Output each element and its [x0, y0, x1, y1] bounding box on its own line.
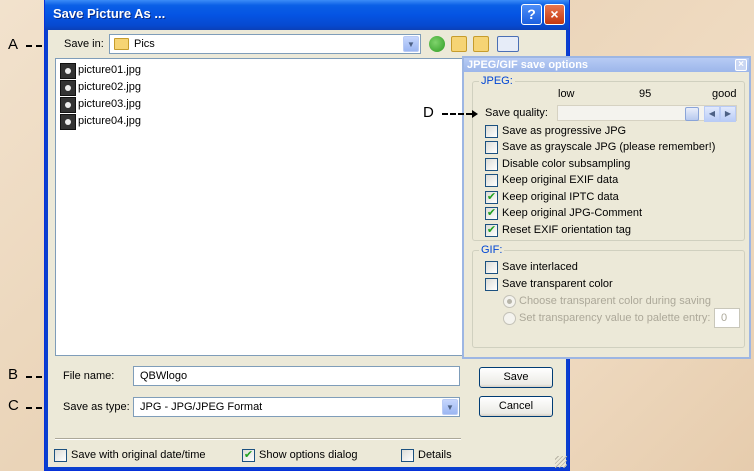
file-name-text: picture02.jpg: [78, 81, 141, 93]
slider-thumb[interactable]: [685, 107, 699, 121]
callout-c: C: [8, 397, 19, 414]
new-folder-icon[interactable]: [473, 36, 489, 52]
dialog-title: Save Picture As ...: [53, 6, 166, 21]
options-title-text: JPEG/GIF save options: [467, 59, 589, 71]
image-file-icon: [60, 114, 76, 130]
save-as-type-dropdown[interactable]: JPG - JPG/JPEG Format ▼: [133, 397, 460, 417]
save-interlaced-label: Save interlaced: [502, 261, 578, 273]
help-button[interactable]: ?: [521, 4, 542, 25]
file-name-text: picture03.jpg: [78, 98, 141, 110]
reset-exif-orientation-label: Reset EXIF orientation tag: [502, 224, 632, 236]
palette-entry-input[interactable]: 0: [714, 308, 740, 328]
quality-low-label: low: [558, 88, 575, 100]
keep-iptc-checkbox[interactable]: ✔: [485, 191, 498, 204]
quality-good-label: good: [712, 88, 737, 100]
close-icon[interactable]: ×: [735, 59, 747, 71]
callout-b: B: [8, 366, 19, 383]
callout-d-line: [442, 113, 472, 115]
file-name-text: picture04.jpg: [78, 115, 141, 127]
progressive-jpg-label: Save as progressive JPG: [502, 125, 627, 137]
details-checkbox[interactable]: [401, 449, 414, 462]
keep-jpg-comment-label: Keep original JPG-Comment: [502, 207, 643, 219]
show-options-dialog-label: Show options dialog: [259, 449, 358, 461]
save-transparent-checkbox[interactable]: [485, 278, 498, 291]
resize-grip[interactable]: [555, 456, 567, 468]
right-arrow-icon[interactable]: ▶: [720, 106, 736, 122]
jpeg-group-title: JPEG:: [479, 75, 515, 87]
file-name-text: picture01.jpg: [78, 64, 141, 76]
choose-transparent-label: Choose transparent color during saving: [519, 295, 712, 307]
cancel-button[interactable]: Cancel: [479, 396, 553, 417]
save-transparent-label: Save transparent color: [502, 278, 613, 290]
view-menu-icon[interactable]: [497, 36, 519, 52]
chevron-down-icon[interactable]: ▼: [403, 36, 419, 52]
up-folder-icon[interactable]: [451, 36, 467, 52]
file-name-label: File name:: [63, 370, 115, 382]
save-in-value: Pics: [134, 38, 155, 50]
keep-jpg-comment-checkbox[interactable]: ✔: [485, 207, 498, 220]
folder-icon: [114, 38, 129, 50]
grayscale-jpg-checkbox[interactable]: [485, 141, 498, 154]
show-options-dialog-checkbox[interactable]: ✔: [242, 449, 255, 462]
image-file-icon: [60, 63, 76, 79]
chevron-down-icon[interactable]: ▼: [442, 399, 458, 415]
save-button[interactable]: Save: [479, 367, 553, 388]
jpeg-gif-options-panel: JPEG/GIF save options × JPEG: low 95 goo…: [462, 56, 751, 359]
save-interlaced-checkbox[interactable]: [485, 261, 498, 274]
save-original-date-label: Save with original date/time: [71, 449, 206, 461]
keep-exif-checkbox[interactable]: [485, 174, 498, 187]
dialog-titlebar[interactable]: Save Picture As ... ? ×: [45, 0, 569, 30]
save-in-label: Save in:: [64, 38, 104, 50]
gif-group-title: GIF:: [479, 244, 505, 256]
file-name-input[interactable]: QBWlogo: [133, 366, 460, 386]
disable-subsampling-checkbox[interactable]: [485, 158, 498, 171]
disable-subsampling-label: Disable color subsampling: [502, 158, 631, 170]
set-transparency-label: Set transparency value to palette entry:: [519, 312, 711, 324]
set-transparency-radio[interactable]: [503, 312, 516, 325]
callout-d-arrow: [472, 110, 478, 118]
save-as-type-label: Save as type:: [63, 401, 130, 413]
keep-iptc-label: Keep original IPTC data: [502, 191, 619, 203]
close-button[interactable]: ×: [544, 4, 565, 25]
keep-exif-label: Keep original EXIF data: [502, 174, 619, 186]
image-file-icon: [60, 97, 76, 113]
grayscale-jpg-label: Save as grayscale JPG (please remember!): [502, 141, 716, 153]
save-quality-slider[interactable]: ◀ ▶: [557, 105, 737, 122]
options-panel-title[interactable]: JPEG/GIF save options ×: [464, 58, 749, 72]
save-original-date-checkbox[interactable]: [54, 449, 67, 462]
quality-value: 95: [639, 88, 652, 100]
divider: [55, 438, 461, 440]
reset-exif-orientation-checkbox[interactable]: ✔: [485, 224, 498, 237]
left-arrow-icon[interactable]: ◀: [704, 106, 720, 122]
choose-transparent-radio[interactable]: [503, 295, 516, 308]
save-quality-label: Save quality:: [485, 107, 548, 119]
gif-group: GIF: Save interlaced Save transparent co…: [472, 244, 745, 348]
save-in-dropdown[interactable]: Pics ▼: [109, 34, 421, 54]
save-as-type-value: JPG - JPG/JPEG Format: [140, 401, 263, 413]
callout-d: D: [423, 104, 434, 121]
progressive-jpg-checkbox[interactable]: [485, 125, 498, 138]
jpeg-group: JPEG: low 95 good Save quality: ◀ ▶ Save…: [472, 75, 745, 241]
image-file-icon: [60, 80, 76, 96]
back-icon[interactable]: [429, 36, 445, 52]
callout-a: A: [8, 36, 19, 53]
details-label: Details: [418, 449, 452, 461]
